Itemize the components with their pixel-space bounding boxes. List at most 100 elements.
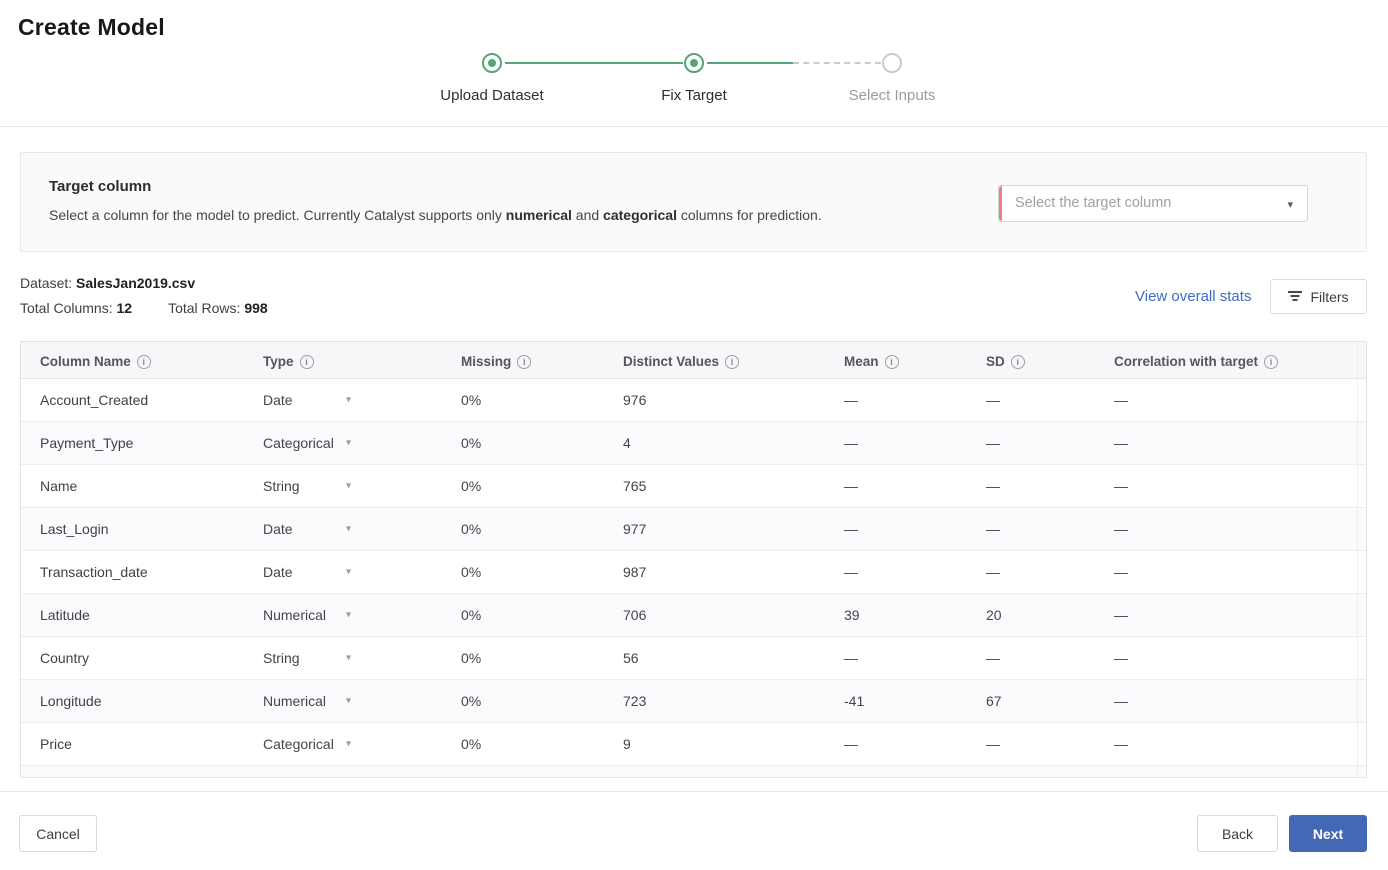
- col-header-missing: Missing: [442, 352, 604, 369]
- dataset-name-line: Dataset: SalesJan2019.csv: [20, 275, 268, 300]
- chevron-down-icon: ▾: [346, 738, 352, 750]
- next-button[interactable]: Next: [1289, 815, 1367, 852]
- mean-cell: —: [844, 478, 858, 494]
- type-select[interactable]: Date ▾: [244, 392, 442, 408]
- step-circle-select-inputs: [882, 53, 902, 73]
- distinct-cell: 56: [623, 650, 639, 666]
- table-row: Name String ▾ 0% 765 — — —: [21, 465, 1366, 508]
- distinct-cell: 706: [623, 607, 647, 623]
- column-name-cell: Latitude: [40, 607, 90, 623]
- table-row: Price Categorical ▾ 0% 9 — — —: [21, 723, 1366, 766]
- info-icon[interactable]: [517, 354, 532, 369]
- target-column-select[interactable]: Select the target column ▾: [998, 185, 1308, 222]
- chevron-down-icon: ▾: [346, 609, 352, 621]
- chevron-down-icon: ▾: [346, 695, 352, 707]
- sd-cell: —: [986, 392, 1000, 408]
- target-select-placeholder: Select the target column: [1015, 195, 1172, 211]
- filters-button[interactable]: Filters: [1270, 279, 1367, 314]
- column-name-cell: Name: [40, 478, 78, 494]
- table-row: Transaction_date Date ▾ 0% 987 — — —: [21, 551, 1366, 594]
- desc-part: columns for prediction.: [676, 207, 822, 223]
- target-column-title: Target column: [49, 178, 152, 195]
- mean-cell: —: [844, 650, 858, 666]
- view-overall-stats-link[interactable]: View overall stats: [1135, 288, 1251, 305]
- desc-part: and: [571, 207, 604, 223]
- missing-cell: 0%: [461, 607, 482, 623]
- mean-cell: 39: [844, 607, 860, 623]
- sd-cell: —: [986, 736, 1000, 752]
- step-connector-1: [505, 62, 683, 64]
- footer-bar: Cancel Back Next: [0, 791, 1388, 870]
- type-select[interactable]: Categorical ▾: [244, 736, 442, 752]
- missing-cell: 0%: [461, 392, 482, 408]
- desc-bold-categorical: categorical: [603, 207, 677, 223]
- mean-cell: —: [844, 736, 858, 752]
- distinct-cell: 987: [623, 564, 647, 580]
- missing-cell: 0%: [461, 693, 482, 709]
- columns-table: Column Name Type Missing Distinct Values…: [20, 341, 1367, 778]
- info-icon[interactable]: [1264, 354, 1279, 369]
- distinct-cell: 4: [623, 435, 631, 451]
- distinct-cell: 765: [623, 478, 647, 494]
- column-name-cell: Transaction_date: [40, 564, 148, 580]
- table-row: Country String ▾ 0% 56 — — —: [21, 637, 1366, 680]
- table-header-row: Column Name Type Missing Distinct Values…: [21, 342, 1366, 379]
- sd-cell: —: [986, 521, 1000, 537]
- type-select[interactable]: String ▾: [244, 478, 442, 494]
- missing-cell: 0%: [461, 650, 482, 666]
- table-row: Payment_Type Categorical ▾ 0% 4 — — —: [21, 422, 1366, 465]
- correlation-cell: —: [1114, 392, 1128, 408]
- table-row: Last_Login Date ▾ 0% 977 — — —: [21, 508, 1366, 551]
- back-button[interactable]: Back: [1197, 815, 1278, 852]
- total-rows-value: 998: [244, 300, 268, 316]
- type-select[interactable]: Date ▾: [244, 564, 442, 580]
- dataset-meta: Dataset: SalesJan2019.csv Total Columns:…: [20, 275, 268, 325]
- column-name-cell: Account_Created: [40, 392, 149, 408]
- table-scrollbar[interactable]: [1357, 342, 1358, 777]
- required-indicator: [999, 186, 1002, 221]
- type-select[interactable]: Date ▾: [244, 521, 442, 537]
- info-icon[interactable]: [299, 354, 314, 369]
- dataset-label: Dataset:: [20, 275, 73, 291]
- distinct-cell: 723: [623, 693, 647, 709]
- sd-cell: 20: [986, 607, 1002, 623]
- desc-bold-numerical: numerical: [505, 207, 572, 223]
- step-connector-2-solid: [707, 62, 793, 64]
- column-name-cell: Payment_Type: [40, 435, 134, 451]
- col-header-type: Type: [244, 352, 442, 369]
- cancel-button[interactable]: Cancel: [19, 815, 97, 852]
- step-label-select-inputs: Select Inputs: [848, 87, 936, 104]
- step-dot: [690, 59, 698, 67]
- missing-cell: 0%: [461, 564, 482, 580]
- filter-icon: [1288, 291, 1303, 302]
- total-columns-value: 12: [116, 300, 133, 316]
- total-columns-label: Total Columns:: [20, 300, 113, 316]
- chevron-down-icon: ▾: [346, 566, 352, 578]
- sd-cell: —: [986, 478, 1000, 494]
- table-row: Account_Created Date ▾ 0% 976 — — —: [21, 379, 1366, 422]
- column-name-cell: Price: [40, 736, 72, 752]
- sd-cell: —: [986, 435, 1000, 451]
- missing-cell: 0%: [461, 736, 482, 752]
- type-select[interactable]: String ▾: [244, 650, 442, 666]
- total-rows-label: Total Rows:: [168, 300, 241, 316]
- step-circle-fix-target[interactable]: [684, 53, 704, 73]
- desc-part: Select a column for the model to predict…: [49, 207, 506, 223]
- type-select[interactable]: Numerical ▾: [244, 607, 442, 623]
- info-icon[interactable]: [884, 354, 899, 369]
- info-icon[interactable]: [136, 354, 151, 369]
- step-label-fix-target: Fix Target: [661, 87, 727, 104]
- dataset-name: SalesJan2019.csv: [76, 275, 196, 291]
- column-name-cell: Last_Login: [40, 521, 109, 537]
- step-circle-upload-dataset[interactable]: [482, 53, 502, 73]
- step-dot: [488, 59, 496, 67]
- target-column-card: Target column Select a column for the mo…: [20, 152, 1367, 252]
- correlation-cell: —: [1114, 650, 1128, 666]
- info-icon[interactable]: [725, 354, 740, 369]
- sd-cell: —: [986, 564, 1000, 580]
- chevron-down-icon: ▾: [346, 652, 352, 664]
- col-header-sd: SD: [967, 352, 1095, 369]
- type-select[interactable]: Numerical ▾: [244, 693, 442, 709]
- type-select[interactable]: Categorical ▾: [244, 435, 442, 451]
- info-icon[interactable]: [1010, 354, 1025, 369]
